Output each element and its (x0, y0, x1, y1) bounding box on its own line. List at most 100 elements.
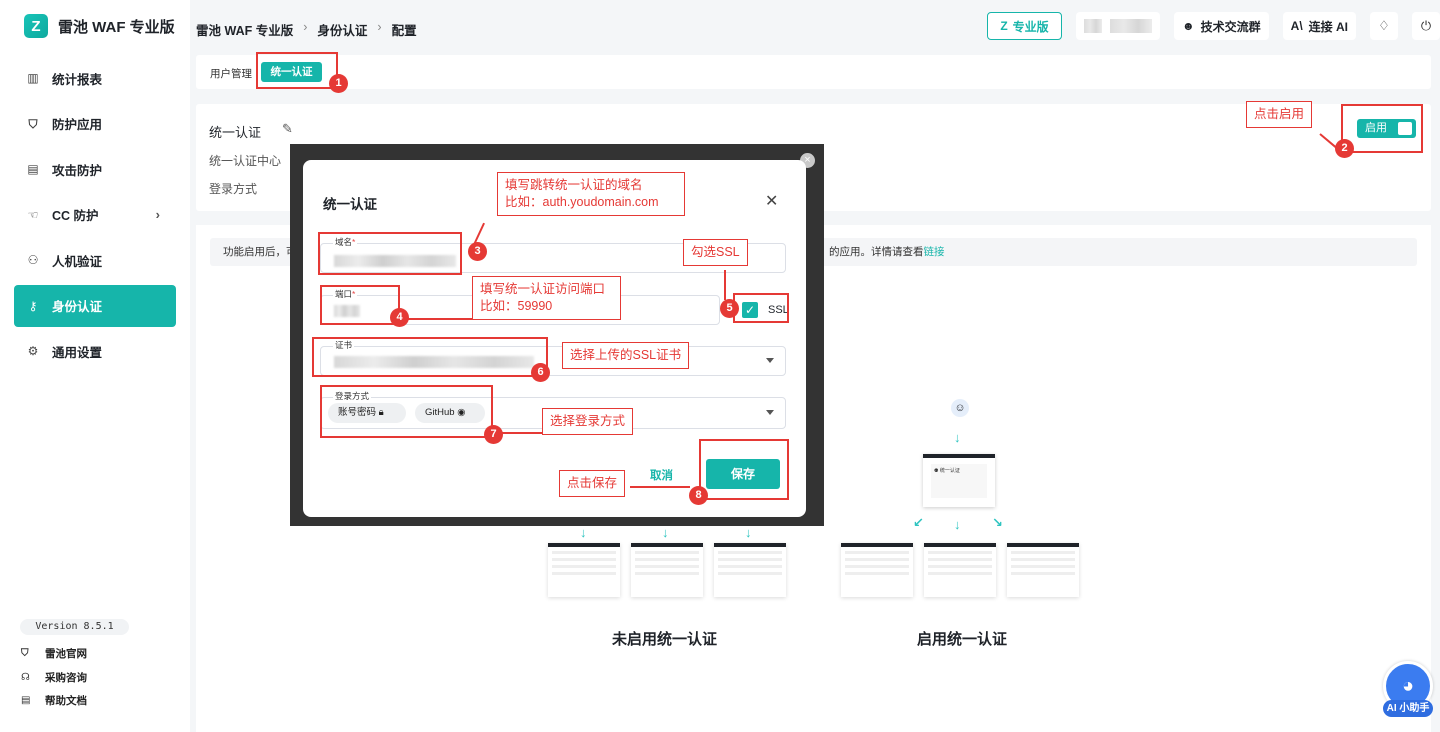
note-line: 比如：59990 (480, 299, 553, 313)
annotation-step-1: 1 (329, 74, 348, 93)
note-line: 填写统一认证访问端口 (480, 282, 606, 296)
chevron-down-icon[interactable] (766, 410, 774, 415)
dialog-title: 统一认证 (323, 197, 377, 212)
breadcrumb-separator: › (303, 20, 308, 34)
sidebar-item-label: 攻击防护 (52, 163, 103, 178)
sidebar-item-label: 身份认证 (52, 300, 103, 314)
link-label: 雷池官网 (45, 648, 87, 661)
app-thumbnail (1007, 543, 1079, 597)
annotation-box-save (699, 439, 789, 500)
annotation-line (500, 432, 542, 434)
note-line: 比如：auth.youdomain.com (505, 195, 659, 209)
annotation-step-7: 7 (484, 425, 503, 444)
bar-chart-icon: ▥ (27, 71, 39, 85)
annotation-step-6: 6 (531, 363, 550, 382)
logout-icon: ⏻ (1420, 18, 1432, 33)
sidebar-item-auth[interactable]: ⚷ 身份认证 (14, 284, 176, 327)
key-icon: ⚷ (28, 298, 38, 313)
cancel-button[interactable]: 取消 (650, 467, 673, 483)
auth-center-label: 统一认证中心 (209, 154, 282, 168)
app-logo[interactable]: Z 雷池 WAF 专业版 (24, 14, 175, 38)
redacted-block (1084, 19, 1102, 33)
arrow-down-icon: ↓ (580, 525, 587, 540)
tabs-bar: 用户管理 统一认证 (196, 55, 1431, 89)
annotation-step-4: 4 (390, 308, 409, 327)
ai-assistant-button[interactable]: ◕ AI 小助手 (1381, 661, 1435, 718)
info-text: 的应用。详情请查看 (829, 246, 924, 258)
community-button[interactable]: ☻ 技术交流群 (1174, 12, 1269, 40)
sidebar-links: ⛉ 雷池官网 ☊ 采购咨询 ▤ 帮助文档 (21, 642, 87, 713)
annotation-box-domain (318, 232, 462, 275)
sidebar-nav: ▥ 统计报表 ⛉ 防护应用 ▤ 攻击防护 ☜ CC 防护 › ⚇ 人机验证 ⚷ 身份认证 ⚙ 通… (14, 57, 176, 376)
arrow-down-icon: ↓ (954, 517, 961, 532)
annotation-note-login: 选择登录方式 (542, 408, 634, 435)
login-method-label: 登录方式 (209, 182, 258, 196)
shirt-icon: ♢ (1378, 18, 1390, 33)
logout-button[interactable]: ⏻ (1412, 12, 1440, 40)
connect-ai-button[interactable]: A\ 连接 AI (1282, 12, 1356, 40)
redacted-block (1110, 19, 1152, 33)
sidebar-item-apps[interactable]: ⛉ 防护应用 (14, 103, 176, 145)
app-thumbnail (841, 543, 913, 597)
breadcrumb-item[interactable]: 身份认证 (317, 20, 367, 39)
annotation-box-login (320, 385, 493, 438)
help-docs-link[interactable]: ▤ 帮助文档 (21, 689, 87, 713)
breadcrumb-separator: › (377, 20, 382, 34)
link-label: 采购咨询 (45, 671, 87, 684)
official-site-link[interactable]: ⛉ 雷池官网 (21, 642, 87, 666)
version-badge: Version 8.5.1 (20, 619, 129, 635)
sidebar-item-label: CC 防护 (52, 209, 99, 223)
user-avatar-icon: ☺ (951, 399, 969, 417)
docs-link[interactable]: 链接 (924, 246, 945, 258)
assistant-label: AI 小助手 (1383, 700, 1433, 717)
logo-icon: Z (24, 14, 48, 38)
link-label: 帮助文档 (45, 695, 87, 708)
sidebar-item-label: 防护应用 (52, 118, 103, 132)
info-text-right: 的应用。详情请查看链接 (829, 238, 945, 266)
edit-icon[interactable]: ✎ (282, 121, 293, 137)
community-label: 技术交流群 (1200, 19, 1261, 34)
logo-icon: Z (1000, 19, 1008, 33)
app-title: 雷池 WAF 专业版 (58, 18, 175, 36)
annotation-line (408, 318, 472, 320)
user-account[interactable] (1076, 12, 1160, 40)
sidebar-item-cc[interactable]: ☜ CC 防护 › (14, 194, 176, 236)
app-thumbnail (924, 543, 996, 597)
sidebar-item-stats[interactable]: ▥ 统计报表 (14, 57, 176, 99)
purchase-link[interactable]: ☊ 采购咨询 (21, 666, 87, 690)
chevron-right-icon: › (155, 207, 160, 222)
diagram-label-disabled: 未启用统一认证 (612, 631, 718, 648)
annotation-line (630, 486, 690, 488)
hand-icon: ☜ (27, 207, 39, 222)
document-icon: ▤ (21, 695, 31, 707)
sidebar-item-settings[interactable]: ⚙ 通用设置 (14, 330, 176, 372)
annotation-note-save: 点击保存 (559, 470, 626, 497)
chevron-down-icon[interactable] (766, 358, 774, 363)
annotation-note-enable: 点击启用 (1246, 101, 1313, 128)
note-line: 填写跳转统一认证的域名 (505, 178, 643, 192)
annotation-box-cert (312, 337, 548, 377)
annotation-line (724, 270, 726, 300)
app-thumbnail (548, 543, 620, 597)
annotation-step-8: 8 (689, 486, 708, 505)
breadcrumb-item: 配置 (391, 24, 417, 38)
pro-edition-button[interactable]: Z 专业版 (987, 12, 1062, 40)
annotation-step-5: 5 (720, 299, 739, 318)
headset-icon: ☊ (21, 671, 30, 683)
breadcrumb-item[interactable]: 雷池 WAF 专业版 (196, 20, 293, 39)
ai-icon: A\ (1290, 19, 1303, 33)
arrow-down-icon: ↓ (954, 430, 961, 445)
sidebar-item-captcha[interactable]: ⚇ 人机验证 (14, 239, 176, 281)
info-text: 功能启用后，可 (223, 246, 297, 258)
sidebar-item-attack[interactable]: ▤ 攻击防护 (14, 148, 176, 190)
close-icon[interactable]: ✕ (765, 191, 778, 211)
robot-icon: ⚇ (27, 253, 39, 267)
annotation-note-cert: 选择上传的SSL证书 (562, 342, 690, 369)
tab-user-management[interactable]: 用户管理 (210, 66, 252, 81)
app-thumbnail (714, 543, 786, 597)
annotation-note-domain: 填写跳转统一认证的域名比如：auth.youdomain.com (497, 172, 685, 216)
theme-button[interactable]: ♢ (1370, 12, 1398, 40)
diagram-label-enabled: 启用统一认证 (917, 631, 1008, 648)
annotation-box-ssl (733, 293, 789, 323)
gear-icon: ⚙ (27, 344, 39, 358)
